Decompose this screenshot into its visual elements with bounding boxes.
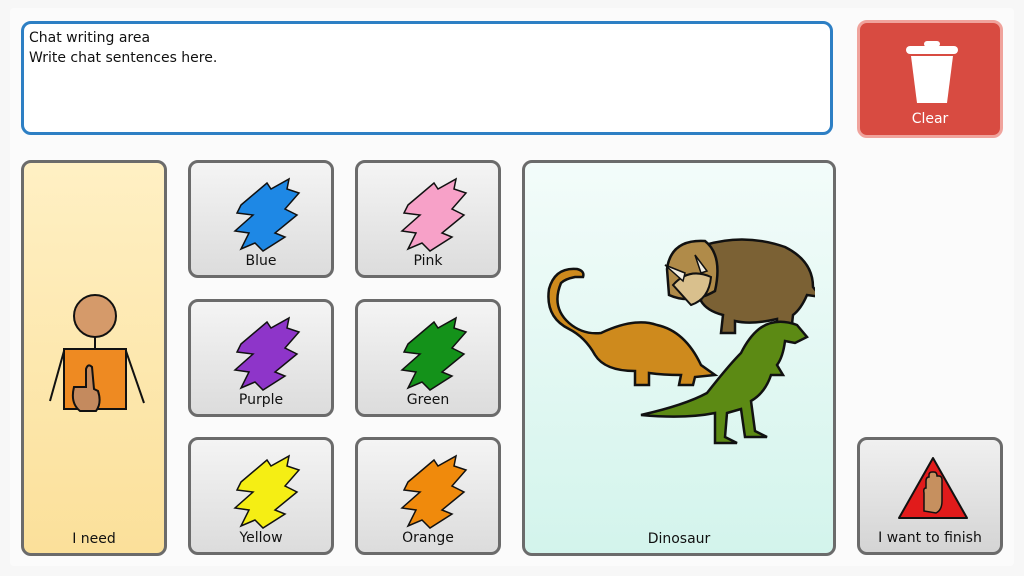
color-label: Yellow <box>239 530 283 546</box>
i-want-to-finish-label: I want to finish <box>878 530 982 546</box>
chat-placeholder: Write chat sentences here. <box>29 50 218 66</box>
i-want-to-finish-tile[interactable]: I want to finish <box>857 437 1003 555</box>
color-label: Pink <box>413 253 443 269</box>
color-label: Purple <box>238 392 284 408</box>
i-need-label: I need <box>72 531 116 547</box>
chat-area-title: Chat writing area <box>29 30 151 46</box>
color-tile-pink[interactable]: Pink <box>355 160 501 278</box>
dinosaurs-icon <box>547 238 815 445</box>
paint-splat-icon <box>400 177 468 252</box>
paint-splat-icon <box>400 316 468 391</box>
color-label: Blue <box>245 253 277 269</box>
color-tile-green[interactable]: Green <box>355 299 501 417</box>
trash-icon <box>906 41 958 103</box>
clear-label: Clear <box>911 111 949 127</box>
chat-writing-area[interactable]: Chat writing area Write chat sentences h… <box>21 21 833 135</box>
color-tile-orange[interactable]: Orange <box>355 437 501 555</box>
paint-splat-icon <box>233 316 301 391</box>
color-tile-blue[interactable]: Blue <box>188 160 334 278</box>
person-pointing-self-icon <box>49 294 145 412</box>
i-need-tile[interactable]: I need <box>21 160 167 556</box>
dinosaur-label: Dinosaur <box>647 531 711 547</box>
color-tile-purple[interactable]: Purple <box>188 299 334 417</box>
color-label: Green <box>406 392 450 408</box>
paint-splat-icon <box>233 454 301 529</box>
color-tile-yellow[interactable]: Yellow <box>188 437 334 555</box>
stop-hand-icon <box>898 457 968 519</box>
color-label: Orange <box>402 530 454 546</box>
paint-splat-icon <box>233 177 301 252</box>
clear-button[interactable]: Clear <box>857 20 1003 138</box>
paint-splat-icon <box>400 454 468 529</box>
triceratops-icon <box>664 238 815 335</box>
dinosaur-tile[interactable]: Dinosaur <box>522 160 836 556</box>
